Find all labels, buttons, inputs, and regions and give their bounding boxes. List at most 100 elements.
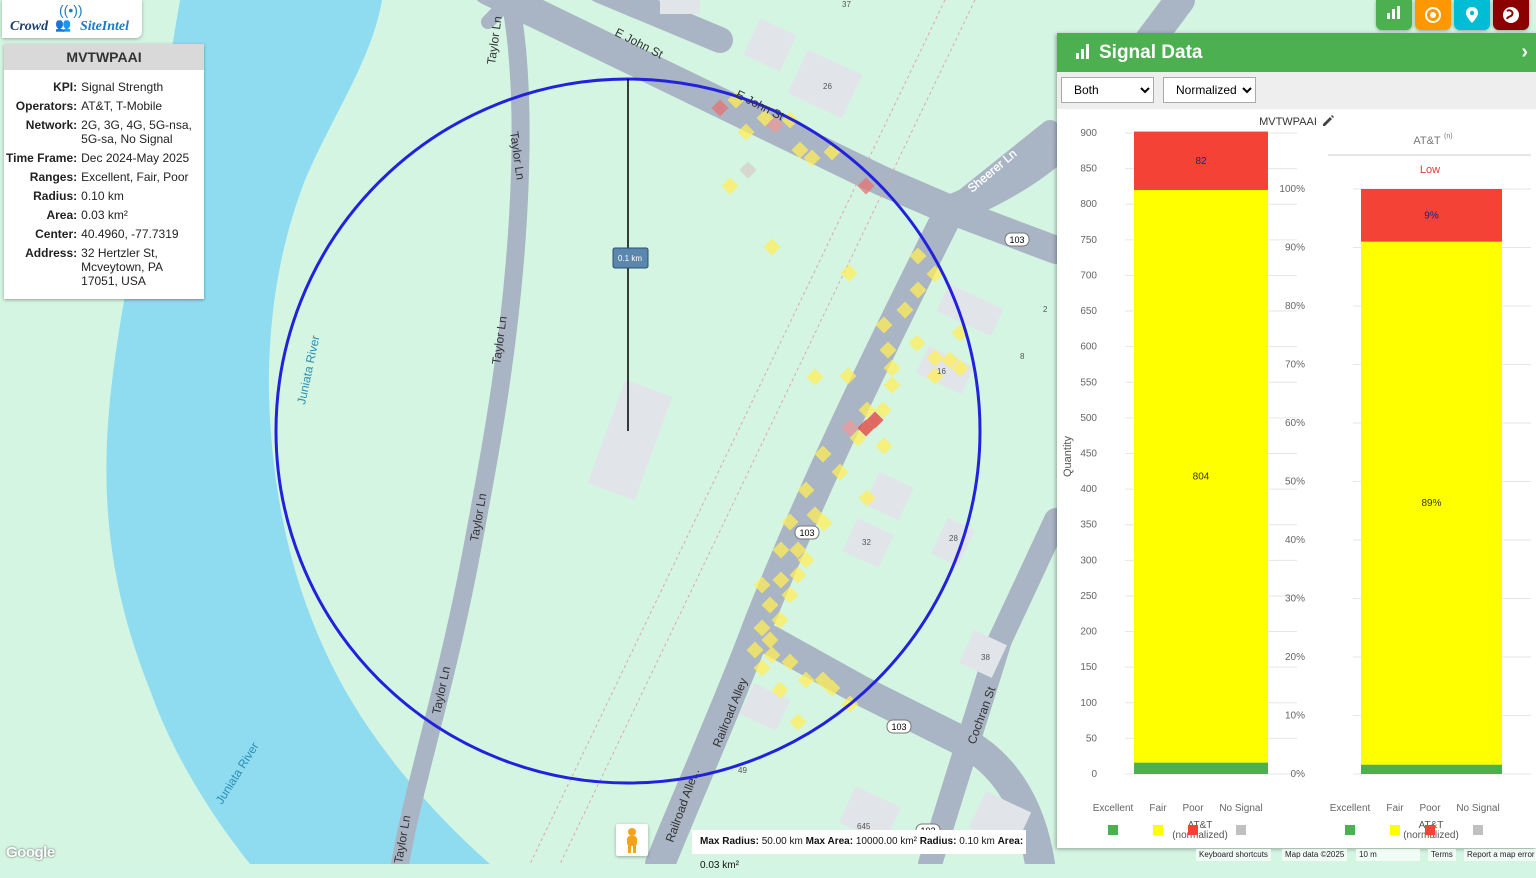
svg-text:28: 28 [949, 534, 958, 543]
info-row-area: Area: 0.03 km² [46, 208, 128, 222]
street-view-pegman[interactable] [616, 824, 648, 856]
right-y-tick: 30% [1285, 594, 1305, 605]
map-scale: 10 m [1356, 849, 1420, 861]
target-button[interactable] [1415, 0, 1451, 30]
left-category-line-2: (normalized) [1172, 830, 1228, 841]
left-y-tick: 100 [1080, 698, 1097, 709]
left-y-tick: 600 [1080, 342, 1097, 353]
network-select[interactable]: Both [1061, 77, 1154, 103]
right-y-tick: 40% [1285, 535, 1305, 546]
right-data-label: 89% [1421, 498, 1441, 509]
left-y-tick: 200 [1080, 627, 1097, 638]
location-button[interactable] [1454, 0, 1490, 30]
left-chart-ylabel: Quantity [1062, 436, 1074, 477]
collapse-chevron-icon[interactable]: › [1521, 41, 1528, 64]
right-chart: AT&T (n) Low 0% 10% 20% 30% 40% 50% 60% 70% 80% 9… [1279, 133, 1531, 841]
chart-button[interactable] [1376, 0, 1412, 30]
right-y-tick: 0% [1291, 769, 1306, 780]
info-row-radius: Radius: 0.10 km [33, 189, 124, 203]
left-y-tick: 0 [1091, 769, 1097, 780]
broadcast-icon: ((•)) [59, 2, 83, 18]
left-y-tick: 350 [1080, 520, 1097, 531]
left-data-label: 82 [1195, 156, 1207, 167]
left-legend-swatch[interactable] [1108, 825, 1118, 835]
signal-charts: MVTWPAAI Quantity 0 50 100 150 200 250 300 350 4… [1062, 115, 1531, 841]
left-legend-swatch[interactable] [1153, 825, 1163, 835]
info-row-operators: Operators: AT&T, T-Mobile [15, 99, 163, 113]
left-legend-label: No Signal [1219, 803, 1262, 814]
pegman-icon [627, 828, 637, 853]
right-y-tick: 10% [1285, 711, 1305, 722]
left-y-tick: 500 [1080, 413, 1097, 424]
keyboard-shortcuts-link[interactable]: Keyboard shortcuts [1196, 849, 1271, 861]
info-row-time-frame: Time Frame: Dec 2024-May 2025 [6, 151, 190, 165]
right-bar-excellent[interactable] [1361, 764, 1502, 774]
left-y-tick: 900 [1080, 128, 1097, 139]
map-data-attribution: Map data ©2025 [1282, 849, 1348, 861]
left-legend-swatch[interactable] [1236, 825, 1246, 835]
signal-panel-header: Signal Data › [1057, 33, 1536, 72]
right-y-tick: 20% [1285, 652, 1305, 663]
left-y-tick: 150 [1080, 662, 1097, 673]
left-data-label: 804 [1193, 471, 1210, 482]
left-legend-label: Excellent [1093, 803, 1134, 814]
right-legend-label: Fair [1386, 803, 1404, 814]
mode-select[interactable]: Normalized [1163, 77, 1256, 103]
svg-text:37: 37 [842, 0, 851, 9]
terms-link[interactable]: Terms [1428, 849, 1456, 861]
signal-panel-title: Signal Data [1099, 42, 1203, 63]
left-legend-swatch[interactable] [1188, 825, 1198, 835]
radius-label-box[interactable]: 0.1 km [612, 247, 649, 269]
right-y-tick: 100% [1279, 184, 1305, 195]
left-legend-label: Fair [1149, 803, 1167, 814]
signal-panel-controls: Both Normalized [1057, 72, 1536, 109]
info-row-center: Center: 40.4960, -77.7319 [35, 227, 179, 241]
route-103-shield-2: 103 [799, 528, 814, 538]
globe-pin-icon [1503, 7, 1519, 23]
svg-text:16: 16 [937, 367, 946, 376]
right-y-tick: 80% [1285, 301, 1305, 312]
right-y-tick: 50% [1285, 477, 1305, 488]
right-legend-swatch[interactable] [1390, 825, 1400, 835]
svg-text:8: 8 [1020, 352, 1025, 361]
svg-text:2: 2 [1043, 305, 1048, 314]
crowdsiteintel-logo[interactable]: ((•)) 👥 Crowd SiteIntel [2, 0, 142, 38]
route-103-shield-3: 103 [891, 722, 906, 732]
bar-chart-icon [1076, 44, 1089, 59]
report-map-error-link[interactable]: Report a map error [1464, 849, 1536, 861]
route-103-shield-1: 103 [1009, 235, 1024, 245]
right-y-tick: 70% [1285, 360, 1305, 371]
right-chart-badge: Low [1420, 164, 1440, 176]
bar-chart-icon [1387, 6, 1400, 19]
radius-label: 0.1 km [618, 254, 642, 263]
site-info-title: MVTWPAAI [4, 44, 204, 70]
svg-text:49: 49 [738, 766, 747, 775]
right-chart-title-sup: (n) [1444, 133, 1453, 140]
info-row-network: Network: 2G, 3G, 4G, 5G-nsa, 5G-sa, No Si… [25, 118, 192, 146]
info-row-ranges: Ranges: Excellent, Fair, Poor [29, 170, 189, 184]
right-legend-label: No Signal [1456, 803, 1499, 814]
left-y-tick: 50 [1086, 733, 1098, 744]
left-y-tick: 650 [1080, 306, 1097, 317]
right-legend-swatch[interactable] [1473, 825, 1483, 835]
right-legend-label: Poor [1419, 803, 1441, 814]
left-y-tick: 400 [1080, 484, 1097, 495]
crowd-icon: 👥 [55, 17, 72, 32]
right-chart-title: AT&T [1413, 135, 1441, 147]
target-icon [1425, 7, 1441, 23]
signal-data-panel: Signal Data › Both Normalized MVTWPAAI Q… [1057, 33, 1536, 848]
right-legend-swatch[interactable] [1345, 825, 1355, 835]
google-logo[interactable]: Google [6, 844, 55, 861]
globe-location-button[interactable] [1493, 0, 1529, 30]
info-row-address: Address: 32 Hertzler St, Mcveytown, PA 17… [25, 246, 163, 288]
left-bar-excellent[interactable] [1134, 762, 1268, 774]
info-row-kpi: KPI: Signal Strength [53, 80, 164, 94]
right-data-label: 9% [1424, 210, 1439, 221]
edit-pencil-icon[interactable] [1323, 115, 1334, 126]
radius-status-bar: Max Radius: 50.00 km Max Area: 10000.00 … [692, 830, 1026, 871]
left-y-tick: 750 [1080, 235, 1097, 246]
svg-text:26: 26 [823, 82, 832, 91]
right-legend-swatch[interactable] [1425, 825, 1435, 835]
left-y-tick: 450 [1080, 449, 1097, 460]
site-info-table: KPI: Signal Strength Operators: AT&T, T-Mo… [4, 78, 200, 291]
